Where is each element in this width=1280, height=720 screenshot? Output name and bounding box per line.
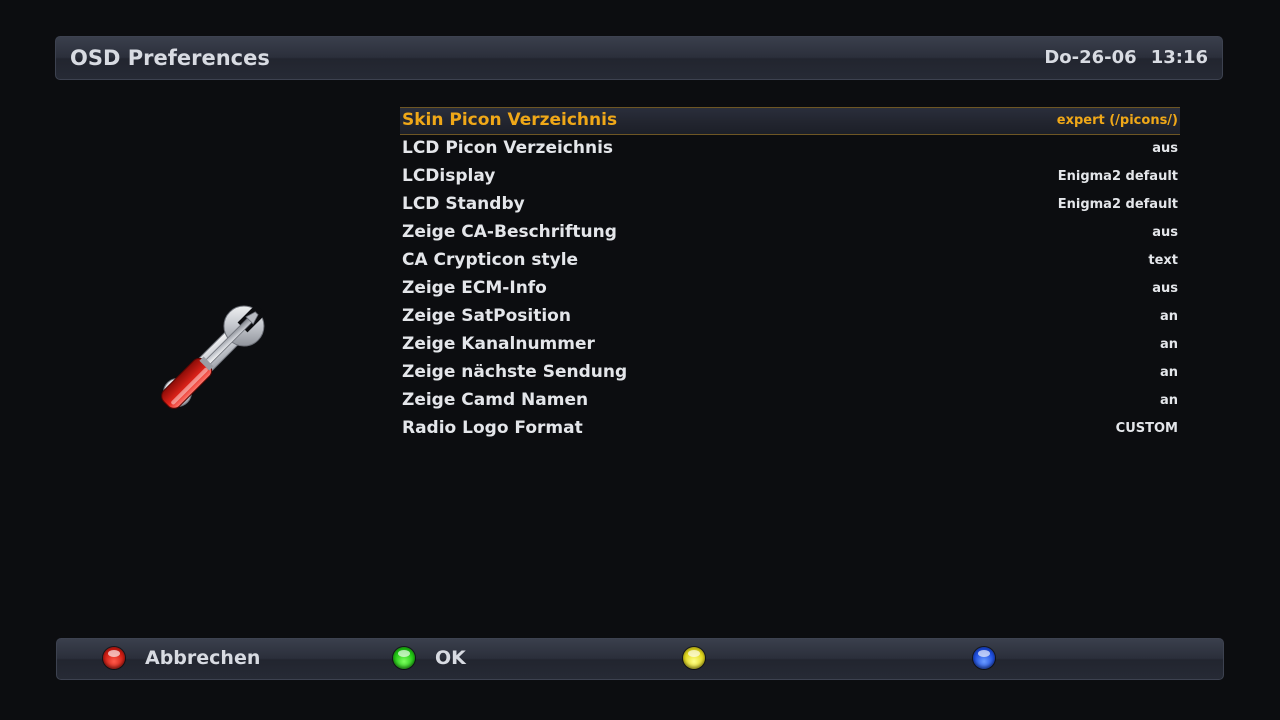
setting-value: CUSTOM xyxy=(1115,421,1178,436)
title-bar: OSD Preferences Do-26-06 13:16 xyxy=(55,36,1223,80)
wrench-screwdriver-icon xyxy=(140,290,280,430)
setting-label: Zeige CA-Beschriftung xyxy=(402,222,617,242)
setting-label: Radio Logo Format xyxy=(402,418,583,438)
setting-value: an xyxy=(1159,337,1178,352)
setting-value: an xyxy=(1159,309,1178,324)
setting-value: text xyxy=(1148,253,1178,268)
yellow-button[interactable] xyxy=(683,639,963,679)
yellow-orb-icon xyxy=(683,647,705,669)
clock-area: Do-26-06 13:16 xyxy=(1044,47,1208,68)
setting-label: CA Crypticon style xyxy=(402,250,579,270)
setting-row-skin-picon[interactable]: Skin Picon Verzeichnis expert (/picons/) xyxy=(400,107,1180,135)
osd-preferences-screen: OSD Preferences Do-26-06 13:16 Skin Pico… xyxy=(0,0,1280,720)
blue-orb-icon xyxy=(973,647,995,669)
setting-value: aus xyxy=(1152,225,1178,240)
setting-label: LCD Standby xyxy=(402,194,525,214)
setting-row-channel-number[interactable]: Zeige Kanalnummer an xyxy=(400,331,1180,359)
setting-label: LCD Picon Verzeichnis xyxy=(402,138,614,158)
setting-row-ca-label[interactable]: Zeige CA-Beschriftung aus xyxy=(400,219,1180,247)
green-button-label: OK xyxy=(435,647,466,669)
setting-value: Enigma2 default xyxy=(1057,197,1178,212)
setting-label: Skin Picon Verzeichnis xyxy=(402,110,618,130)
setting-label: LCDisplay xyxy=(402,166,496,186)
setting-value: aus xyxy=(1152,141,1178,156)
setting-value: an xyxy=(1159,393,1178,408)
color-button-bar: Abbrechen OK xyxy=(56,638,1224,680)
setting-label: Zeige SatPosition xyxy=(402,306,571,326)
page-title: OSD Preferences xyxy=(70,46,270,70)
green-button[interactable]: OK xyxy=(393,639,673,679)
setting-row-next-event[interactable]: Zeige nächste Sendung an xyxy=(400,359,1180,387)
red-button[interactable]: Abbrechen xyxy=(103,639,383,679)
setting-row-camd-name[interactable]: Zeige Camd Namen an xyxy=(400,387,1180,415)
setting-row-crypticon-style[interactable]: CA Crypticon style text xyxy=(400,247,1180,275)
setting-row-ecm-info[interactable]: Zeige ECM-Info aus xyxy=(400,275,1180,303)
setting-row-lcd-standby[interactable]: LCD Standby Enigma2 default xyxy=(400,191,1180,219)
setting-row-sat-position[interactable]: Zeige SatPosition an xyxy=(400,303,1180,331)
setting-label: Zeige Camd Namen xyxy=(402,390,589,410)
red-orb-icon xyxy=(103,647,125,669)
setting-row-radio-logo[interactable]: Radio Logo Format CUSTOM xyxy=(400,415,1180,443)
green-orb-icon xyxy=(393,647,415,669)
red-button-label: Abbrechen xyxy=(145,647,261,669)
settings-list: Skin Picon Verzeichnis expert (/picons/)… xyxy=(400,107,1180,443)
setting-row-lcdisplay[interactable]: LCDisplay Enigma2 default xyxy=(400,163,1180,191)
setting-label: Zeige nächste Sendung xyxy=(402,362,628,382)
setting-label: Zeige Kanalnummer xyxy=(402,334,595,354)
setting-value: expert (/picons/) xyxy=(1056,113,1178,128)
time-display: 13:16 xyxy=(1150,47,1208,68)
setting-value: aus xyxy=(1152,281,1178,296)
setting-value: an xyxy=(1159,365,1178,380)
setting-value: Enigma2 default xyxy=(1057,169,1178,184)
setting-label: Zeige ECM-Info xyxy=(402,278,547,298)
date-display: Do-26-06 xyxy=(1044,47,1137,68)
setting-row-lcd-picon[interactable]: LCD Picon Verzeichnis aus xyxy=(400,135,1180,163)
blue-button[interactable] xyxy=(973,639,1253,679)
